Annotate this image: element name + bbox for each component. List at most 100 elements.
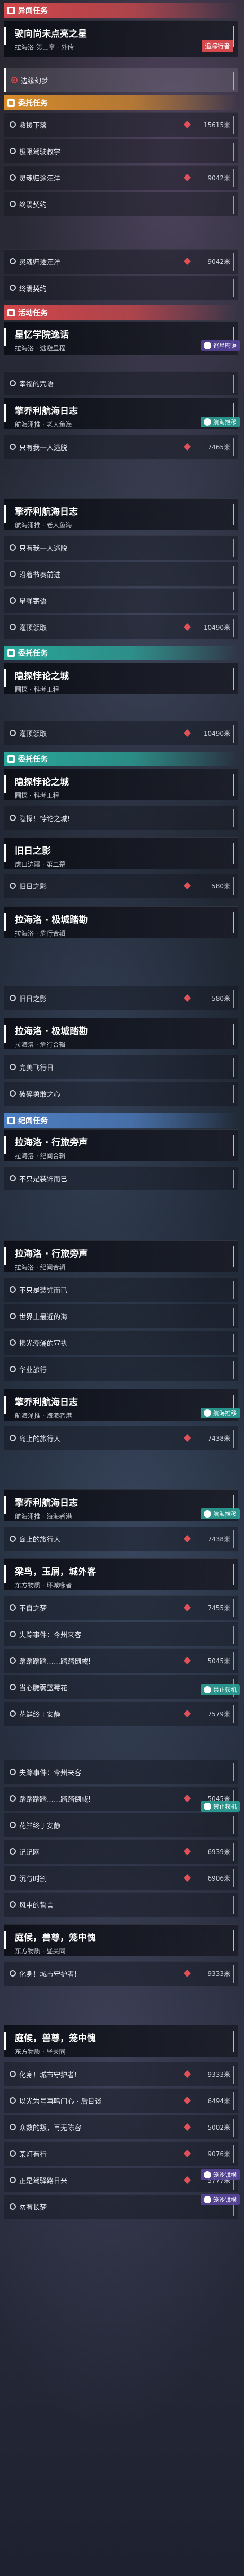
objective-item[interactable]: 拂光潮涌的宣执 (4, 1330, 238, 1355)
scroll-indicator (233, 809, 234, 827)
category-header[interactable]: 异闻任务 (4, 3, 238, 18)
scroll-indicator (233, 169, 234, 187)
objective-item[interactable]: 失踪事件：今州来客 (4, 1622, 238, 1646)
objective-item[interactable]: 沿着节奏前进 (4, 562, 238, 586)
objective-item[interactable]: 以光为号再鸣门心 · 后日谈 6494米 (4, 2088, 238, 2113)
quest-card[interactable]: 拉海洛 · 行旅旁声 拉海洛 · 纪闻合辑 (4, 1240, 238, 1272)
objective-item[interactable]: 化身！城市守护者! 9333米 (4, 1961, 238, 1986)
badge-label: 航海推移 (213, 419, 237, 426)
objective-item[interactable]: 只有我一人逃脱 7465米 (4, 435, 238, 459)
objective-text: 灌顶领取 (19, 730, 47, 738)
quest-accent-bar (4, 404, 6, 422)
objective-item[interactable]: 众数的叛，再无陈容 5002米 (4, 2115, 238, 2139)
objective-item[interactable]: 救援下落 15615米 (4, 112, 238, 137)
track-button[interactable]: 追踪行者 (201, 40, 233, 52)
quest-card[interactable]: 拉海洛 · 极城踏勘 拉海洛 · 危行合辑 (4, 1018, 238, 1049)
scroll-indicator (233, 2031, 234, 2052)
quest-accent-bar (4, 2032, 6, 2050)
quest-card[interactable]: 拉海洛 · 行旅旁声 拉海洛 · 纪闻合辑 (4, 1129, 238, 1161)
objective-marker-icon (10, 624, 16, 630)
scroll-indicator (233, 375, 234, 393)
objective-item[interactable]: 灌顶领取 10490米 (4, 615, 238, 639)
category-header[interactable]: 委托任务 (4, 646, 238, 660)
objective-item[interactable]: 幸福的咒语 (4, 371, 238, 395)
objective-item[interactable]: 完美飞行日 (4, 1055, 238, 1079)
objective-item[interactable]: 岛上的旅行人 7438米 (4, 1426, 238, 1450)
objective-marker-icon (10, 1064, 16, 1070)
quest-accent-bar (4, 1496, 6, 1514)
objective-item[interactable]: 沉与时割 6906米 (4, 1866, 238, 1890)
quest-card[interactable]: 庭候，兽尊，笼中愧 东方物质 · 昼关同 (4, 1924, 238, 1956)
objective-item[interactable]: 极限驾驶教学 (4, 139, 238, 163)
quest-title: 驶向尚未点亮之星 (15, 29, 87, 39)
objective-item[interactable]: 记记网 6939米 (4, 1839, 238, 1864)
objective-text: 花鲜终于安静 (19, 1822, 61, 1830)
quest-card[interactable]: 隐探悖论之城 圆探 · 科考工程 (4, 663, 238, 694)
quest-card[interactable]: 拉海洛 · 极城踏勘 拉海洛 · 危行合辑 (4, 906, 238, 938)
objective-item[interactable]: 旧日之影 580米 (4, 874, 238, 898)
quest-title: 旧日之影 (15, 846, 51, 857)
category-header[interactable]: 委托任务 (4, 95, 238, 110)
scroll-indicator (233, 1334, 234, 1352)
objective-text: 只有我一人逃脱 (19, 444, 68, 452)
category-header[interactable]: 纪闻任务 (4, 1113, 238, 1128)
objective-item[interactable]: 旧日之影 580米 (4, 986, 238, 1010)
quest-subtitle: 圆探 · 科考工程 (15, 792, 59, 799)
objective-distance: 9042米 (207, 174, 230, 182)
feature-badge: 禁止获机 (201, 1801, 240, 1812)
objective-distance: 7438米 (207, 1536, 230, 1543)
quest-card[interactable]: 隐探悖论之城 圆探 · 科考工程 (4, 769, 238, 800)
quest-card[interactable]: 擎乔利航海日志 航海涌推 · 老人鱼海 (4, 498, 238, 530)
objective-item[interactable]: 风中的誓言 (4, 1892, 238, 1917)
objective-marker-icon (10, 1536, 16, 1542)
quest-card[interactable]: 梁鸟，玉屑，城外客 东方物质 · 环城咏者 (4, 1558, 238, 1590)
objective-item[interactable]: 岛上的旅行人 7438米 (4, 1527, 238, 1551)
quest-card[interactable]: 旧日之影 虎口边疆 · 第二幕 (4, 837, 238, 869)
objective-item[interactable]: 破碎勇敢之心 (4, 1081, 238, 1106)
objective-item[interactable]: 星弹寄语 (4, 588, 238, 613)
category-header[interactable]: 活动任务 (4, 305, 238, 320)
objective-item[interactable]: 花鲜终于安静 (4, 1813, 238, 1837)
objective-marker-icon (10, 1710, 16, 1717)
objective-item[interactable]: 花鲜终于安静 7579米 (4, 1701, 238, 1726)
objective-item[interactable]: 失踪事件：今州来客 (4, 1760, 238, 1784)
objective-text: 星弹寄语 (19, 598, 47, 606)
objective-distance: 7438米 (207, 1435, 230, 1442)
objective-marker-icon (10, 2177, 16, 2183)
objective-distance: 7465米 (207, 444, 230, 451)
quest-subtitle: 拉海洛 · 危行合辑 (15, 930, 66, 937)
objective-distance: 15615米 (203, 121, 230, 129)
badge-emblem-icon (204, 1510, 211, 1518)
objective-text: 华业旅行 (19, 1366, 47, 1374)
scroll-indicator (233, 1763, 234, 1781)
objective-item[interactable]: 灵魂归途汪洋 9042米 (4, 249, 238, 274)
quest-accent-bar (4, 505, 6, 523)
objective-item[interactable]: 灵魂归途汪洋 9042米 (4, 165, 238, 190)
objective-item[interactable]: 只有我一人逃脱 (4, 535, 238, 560)
objective-item[interactable]: 终焉契约 (4, 276, 238, 300)
objective-item[interactable]: 灌顶领取 10490米 (4, 721, 238, 745)
objective-marker-icon (10, 1286, 16, 1293)
objective-item[interactable]: 踏踏踏踏……踏踏倒戚! 5045米 (4, 1648, 238, 1673)
quest-card[interactable]: 庭候，兽尊，笼中愧 东方物质 · 昼关同 (4, 2025, 238, 2057)
objective-item[interactable]: 边缘幻梦 (4, 68, 238, 92)
badge-label: 禁止获机 (213, 1803, 237, 1810)
scroll-indicator (233, 843, 234, 864)
objective-item[interactable]: 某灯有行 9076米 (4, 2141, 238, 2166)
objective-item[interactable]: 不自之梦 7455米 (4, 1595, 238, 1620)
quest-card[interactable]: 驶向尚未点亮之星 拉海洛 第三章 · 外传 追踪行者 (4, 20, 238, 57)
objective-item[interactable]: 不只是装饰而已 (4, 1277, 238, 1302)
objective-item[interactable]: 终焉契约 (4, 192, 238, 216)
objective-item[interactable]: 华业旅行 (4, 1357, 238, 1381)
objective-item[interactable]: 不只是装饰而已 (4, 1166, 238, 1190)
objective-item[interactable]: 隐探！悖论之城! (4, 806, 238, 830)
objective-distance: 7579米 (207, 1710, 230, 1718)
scroll-indicator (233, 1361, 234, 1379)
category-header[interactable]: 委托任务 (4, 752, 238, 766)
objective-item[interactable]: 化身！城市守护者! 9333米 (4, 2062, 238, 2086)
objective-item[interactable]: 世界上最近的海 (4, 1304, 238, 1328)
objective-marker-icon (10, 1822, 16, 1828)
objective-text: 风中的誓言 (19, 1902, 54, 1910)
objective-text: 终焉契约 (19, 285, 47, 293)
badge-emblem-icon (204, 1409, 211, 1417)
